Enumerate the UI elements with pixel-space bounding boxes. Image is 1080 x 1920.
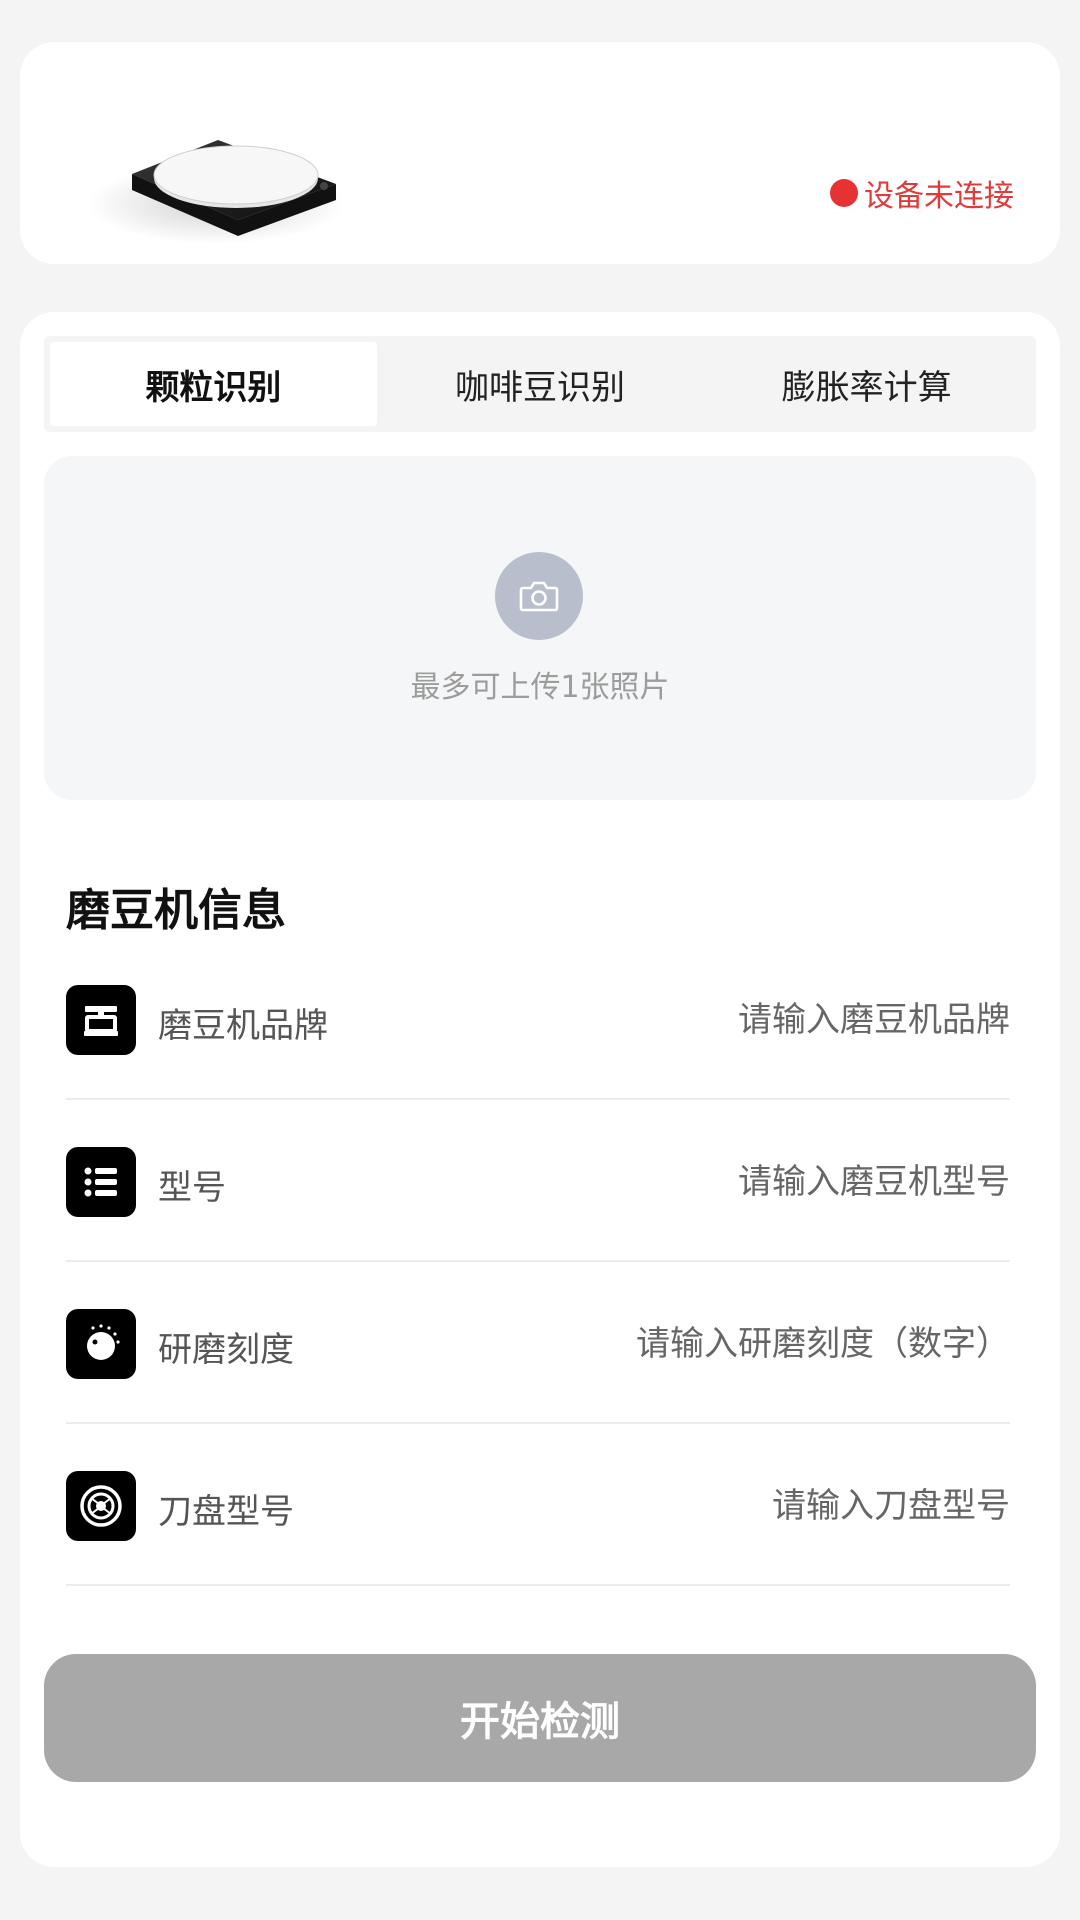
connection-status: 设备未连接 (830, 173, 1014, 214)
form-row-model: 型号 (66, 1100, 1010, 1262)
form-row-burr-model: 刀盘型号 (66, 1424, 1010, 1586)
form-row-grind-setting: 研磨刻度 (66, 1262, 1010, 1424)
start-detection-button[interactable]: 开始检测 (44, 1654, 1036, 1782)
tab-expansion-rate[interactable]: 膨胀率计算 (703, 342, 1030, 426)
tab-coffee-bean-recognition[interactable]: 咖啡豆识别 (377, 342, 704, 426)
brand-input[interactable] (370, 990, 1010, 1050)
camera-icon[interactable] (495, 552, 583, 640)
status-text: 设备未连接 (864, 179, 1014, 214)
section-title: 磨豆机信息 (66, 885, 286, 936)
form-row-brand: 磨豆机品牌 (66, 938, 1010, 1100)
grind-setting-input[interactable] (370, 1314, 1010, 1374)
device-card: 设备未连接 (20, 42, 1060, 264)
model-input[interactable] (370, 1152, 1010, 1212)
brand-label: 磨豆机品牌 (158, 1006, 328, 1046)
list-icon (66, 1147, 136, 1217)
tab-particle-recognition[interactable]: 颗粒识别 (50, 342, 377, 426)
dial-icon (66, 1309, 136, 1379)
burr-icon (66, 1471, 136, 1541)
mode-tabs: 颗粒识别 咖啡豆识别 膨胀率计算 (44, 336, 1036, 432)
photo-upload-area[interactable]: 最多可上传1张照片 (44, 456, 1036, 800)
model-label: 型号 (158, 1168, 226, 1208)
burr-model-label: 刀盘型号 (158, 1492, 294, 1532)
burr-model-input[interactable] (370, 1476, 1010, 1536)
main-card: 颗粒识别 咖啡豆识别 膨胀率计算 最多可上传1张照片 磨豆机信息 磨豆机品牌 请… (20, 312, 1060, 1867)
grinder-icon (66, 985, 136, 1055)
device-image (88, 140, 344, 244)
grind-setting-label: 研磨刻度 (158, 1330, 294, 1370)
status-dot-icon (830, 179, 858, 207)
upload-hint: 最多可上传1张照片 (410, 670, 670, 705)
